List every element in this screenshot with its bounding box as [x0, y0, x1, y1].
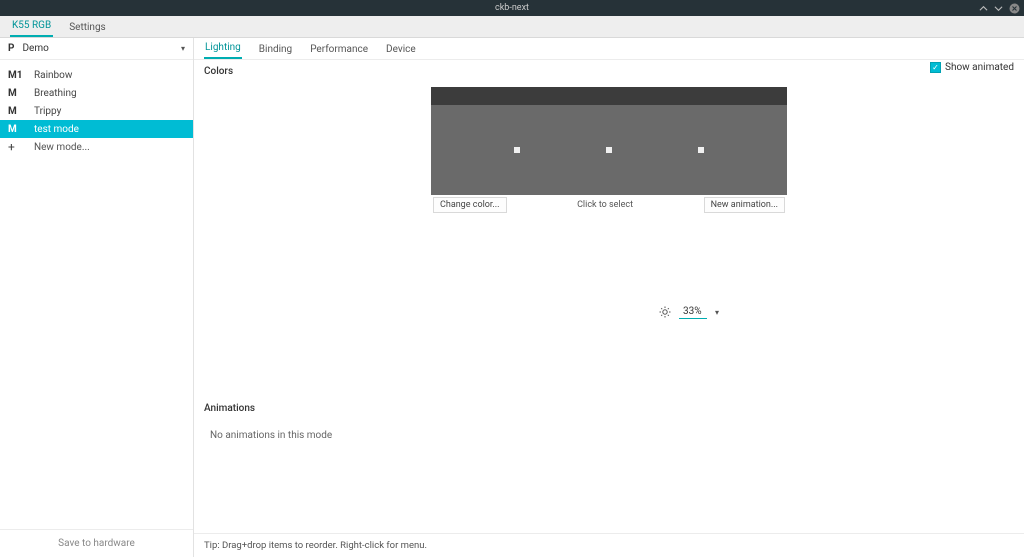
- brightness-value: 33%: [679, 305, 707, 319]
- show-animated-checkbox[interactable]: ✓ Show animated: [930, 62, 1014, 73]
- mode-label: Breathing: [34, 88, 77, 99]
- checkbox-checked-icon: ✓: [930, 62, 941, 73]
- close-icon[interactable]: [1009, 3, 1020, 14]
- new-animation-button[interactable]: New animation...: [704, 197, 785, 213]
- main-panel: Lighting Binding Performance Device Colo…: [194, 38, 1024, 557]
- tab-device-k55[interactable]: K55 RGB: [10, 16, 53, 37]
- device-topbar: [431, 87, 787, 105]
- mode-item-rainbow[interactable]: M1 Rainbow: [0, 66, 193, 84]
- brightness-icon: [659, 306, 671, 318]
- show-animated-label: Show animated: [945, 62, 1014, 73]
- colors-section: Colors ✓ Show animated Change color... C…: [194, 60, 1024, 319]
- device-zone-3[interactable]: [698, 147, 704, 153]
- maximize-icon[interactable]: [994, 4, 1003, 13]
- mode-label: Rainbow: [34, 70, 72, 81]
- app-tabs: K55 RGB Settings: [0, 16, 1024, 38]
- subtab-performance[interactable]: Performance: [309, 40, 369, 59]
- chevron-down-icon: ▾: [715, 308, 719, 317]
- window-controls: [979, 0, 1020, 16]
- mode-key: M: [8, 106, 26, 117]
- change-color-button[interactable]: Change color...: [433, 197, 507, 213]
- mode-label: Trippy: [34, 106, 61, 117]
- tab-settings[interactable]: Settings: [67, 18, 108, 37]
- new-mode-label: New mode...: [34, 142, 90, 153]
- new-mode-button[interactable]: + New mode...: [0, 138, 193, 156]
- device-preview[interactable]: [431, 87, 787, 195]
- sidebar: P Demo ▾ M1 Rainbow M Breathing M Trippy…: [0, 38, 194, 557]
- mode-key: M: [8, 124, 26, 135]
- click-to-select-label: Click to select: [577, 200, 633, 210]
- profile-selector[interactable]: P Demo ▾: [0, 38, 193, 60]
- save-to-hardware-button[interactable]: Save to hardware: [0, 529, 193, 557]
- brightness-control[interactable]: 33% ▾: [364, 305, 1014, 319]
- mode-list: M1 Rainbow M Breathing M Trippy M test m…: [0, 60, 193, 529]
- tip-text: Tip: Drag+drop items to reorder. Right-c…: [194, 533, 1024, 557]
- device-zone-2[interactable]: [606, 147, 612, 153]
- mode-item-breathing[interactable]: M Breathing: [0, 84, 193, 102]
- subtab-device[interactable]: Device: [385, 40, 417, 59]
- colors-title: Colors: [204, 66, 1014, 77]
- sub-tabs: Lighting Binding Performance Device: [194, 38, 1024, 60]
- profile-prefix: P: [8, 43, 14, 54]
- mode-label: test mode: [34, 124, 79, 135]
- no-animations-text: No animations in this mode: [204, 414, 1014, 457]
- mode-key: M1: [8, 70, 26, 81]
- plus-icon: +: [8, 140, 26, 154]
- mode-key: M: [8, 88, 26, 99]
- device-zone-1[interactable]: [514, 147, 520, 153]
- mode-item-trippy[interactable]: M Trippy: [0, 102, 193, 120]
- mode-item-test-mode[interactable]: M test mode: [0, 120, 193, 138]
- window-titlebar: ckb-next: [0, 0, 1024, 16]
- window-title: ckb-next: [495, 3, 529, 13]
- subtab-lighting[interactable]: Lighting: [204, 38, 242, 59]
- minimize-icon[interactable]: [979, 4, 988, 13]
- device-body: [431, 105, 787, 195]
- profile-name: Demo: [22, 43, 48, 54]
- subtab-binding[interactable]: Binding: [258, 40, 293, 59]
- animations-title: Animations: [204, 403, 1014, 414]
- animations-section: Animations No animations in this mode: [194, 403, 1024, 457]
- chevron-down-icon: ▾: [181, 44, 185, 53]
